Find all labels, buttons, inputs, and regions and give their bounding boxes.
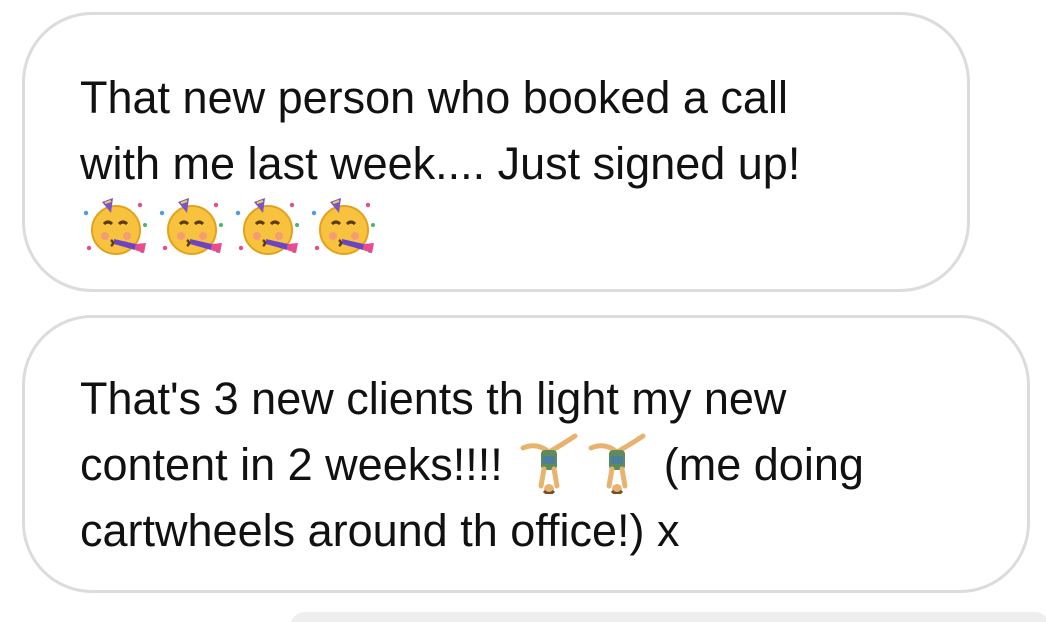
message-thread: That new person who booked a call with m… xyxy=(0,0,1046,622)
partying-face-icon xyxy=(156,195,226,257)
message-text-segment: content in 2 weeks!!!! xyxy=(80,439,503,490)
message-bubble[interactable]: That's 3 new clients th light my new con… xyxy=(22,315,1030,593)
cartwheel-icon xyxy=(519,432,579,494)
message-bubble[interactable]: That new person who booked a call with m… xyxy=(22,12,970,292)
message-text-line: with me last week.... Just signed up! xyxy=(80,138,801,189)
partying-face-icon xyxy=(308,195,378,257)
message-text-line: That new person who booked a call xyxy=(80,72,788,123)
next-message-bubble-edge[interactable] xyxy=(290,612,1046,622)
partying-face-icon xyxy=(232,195,302,257)
message-text-line: cartwheels around th office!) x xyxy=(80,505,680,556)
partying-face-icon xyxy=(80,195,150,257)
message-text-line: That's 3 new clients th light my new xyxy=(80,373,787,424)
message-text-segment: (me doing xyxy=(663,439,864,490)
message-text-line: content in 2 weeks!!!! (me doing xyxy=(80,432,1027,498)
cartwheel-icon xyxy=(587,432,647,494)
emoji-row xyxy=(80,195,967,257)
